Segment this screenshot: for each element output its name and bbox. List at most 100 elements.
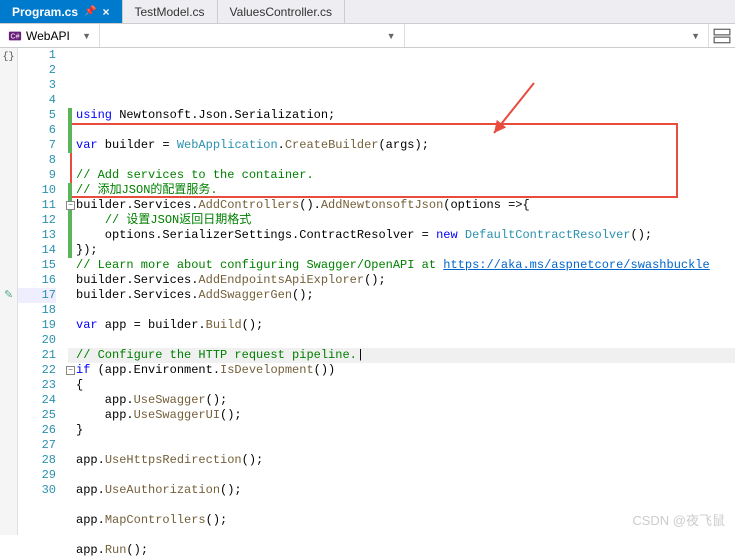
member-dropdown[interactable]: ▼ (405, 24, 710, 47)
project-name: WebAPI (26, 29, 70, 43)
line-number: 17✎ (18, 288, 56, 303)
code-line[interactable] (68, 153, 735, 168)
line-number: 2 (18, 63, 56, 78)
code-text: { (68, 378, 83, 393)
line-number: 7 (18, 138, 56, 153)
line-number: 10 (18, 183, 56, 198)
code-text: if (app.Environment.IsDevelopment()) (68, 363, 335, 378)
line-number: 6 (18, 123, 56, 138)
tab-label: TestModel.cs (135, 5, 205, 19)
line-number: 20 (18, 333, 56, 348)
chevron-down-icon: ▼ (387, 31, 396, 41)
code-line[interactable]: var app = builder.Build(); (68, 318, 735, 333)
svg-text:C#: C# (11, 33, 20, 40)
code-text: options.SerializerSettings.ContractResol… (68, 228, 652, 243)
code-line[interactable] (68, 528, 735, 543)
close-icon[interactable]: × (102, 5, 109, 19)
code-line[interactable]: −if (app.Environment.IsDevelopment()) (68, 363, 735, 378)
code-line[interactable]: // 设置JSON返回日期格式 (68, 213, 735, 228)
tab-label: ValuesController.cs (230, 5, 333, 19)
line-number: 22 (18, 363, 56, 378)
code-line[interactable]: { (68, 378, 735, 393)
change-bar (68, 183, 72, 198)
type-dropdown[interactable]: ▼ (100, 24, 405, 47)
tab-label: Program.cs (12, 5, 78, 19)
code-line[interactable] (68, 468, 735, 483)
code-text: // 设置JSON返回日期格式 (68, 213, 251, 228)
line-number: 15 (18, 258, 56, 273)
edit-indicator-icon: ✎ (4, 289, 13, 304)
line-number: 16 (18, 273, 56, 288)
line-number: 24 (18, 393, 56, 408)
code-text: builder.Services.AddEndpointsApiExplorer… (68, 273, 386, 288)
code-editor[interactable]: {} 1234567891011121314151617✎18192021222… (0, 48, 735, 535)
line-number: 3 (18, 78, 56, 93)
line-number: 12 (18, 213, 56, 228)
file-tabs: Program.cs 📌 × TestModel.cs ValuesContro… (0, 0, 735, 24)
code-line[interactable]: app.UseHttpsRedirection(); (68, 453, 735, 468)
code-line[interactable]: } (68, 423, 735, 438)
code-text: // Learn more about configuring Swagger/… (68, 258, 710, 273)
line-number: 9 (18, 168, 56, 183)
line-number: 11 (18, 198, 56, 213)
code-line[interactable]: // Learn more about configuring Swagger/… (68, 258, 735, 273)
code-text: app.Run(); (68, 543, 148, 558)
tab-valuescontroller[interactable]: ValuesController.cs (218, 0, 346, 23)
code-line[interactable]: app.UseSwaggerUI(); (68, 408, 735, 423)
code-line[interactable]: options.SerializerSettings.ContractResol… (68, 228, 735, 243)
code-line[interactable]: builder.Services.AddEndpointsApiExplorer… (68, 273, 735, 288)
chevron-down-icon: ▼ (82, 31, 91, 41)
code-line[interactable] (68, 123, 735, 138)
collapse-toggle[interactable]: − (66, 366, 75, 375)
code-line[interactable]: builder.Services.AddSwaggerGen(); (68, 288, 735, 303)
watermark: CSDN @夜飞鼠 (632, 510, 725, 529)
code-line[interactable]: // Add services to the container. (68, 168, 735, 183)
split-view-icon[interactable] (713, 27, 731, 45)
code-text: app.UseSwagger(); (68, 393, 227, 408)
pin-icon[interactable]: 📌 (84, 6, 96, 17)
code-text: var builder = WebApplication.CreateBuild… (68, 138, 429, 153)
code-line[interactable]: app.Run(); (68, 543, 735, 558)
change-bar (68, 228, 72, 243)
brace-icon: {} (0, 50, 17, 65)
collapse-toggle[interactable]: − (66, 201, 75, 210)
tab-testmodel[interactable]: TestModel.cs (123, 0, 218, 23)
line-number: 30 (18, 483, 56, 498)
code-text: }); (68, 243, 98, 258)
line-number: 27 (18, 438, 56, 453)
line-number: 21 (18, 348, 56, 363)
code-text: var app = builder.Build(); (68, 318, 263, 333)
code-text: app.UseSwaggerUI(); (68, 408, 242, 423)
code-text: // Add services to the container. (68, 168, 314, 183)
code-text: // 添加JSON的配置服务. (68, 183, 218, 198)
code-line[interactable]: using Newtonsoft.Json.Serialization; (68, 108, 735, 123)
project-dropdown[interactable]: C# WebAPI ▼ (0, 24, 100, 47)
code-line[interactable]: app.UseSwagger(); (68, 393, 735, 408)
code-line[interactable] (68, 333, 735, 348)
code-text: builder.Services.AddSwaggerGen(); (68, 288, 314, 303)
code-line[interactable]: app.UseAuthorization(); (68, 483, 735, 498)
code-line[interactable] (68, 438, 735, 453)
code-text: } (68, 423, 83, 438)
chevron-down-icon: ▼ (691, 31, 700, 41)
code-line[interactable]: }); (68, 243, 735, 258)
tab-program[interactable]: Program.cs 📌 × (0, 0, 123, 23)
line-number: 28 (18, 453, 56, 468)
line-number: 26 (18, 423, 56, 438)
code-line[interactable]: // Configure the HTTP request pipeline.| (68, 348, 735, 363)
line-number: 4 (18, 93, 56, 108)
code-text: builder.Services.AddControllers().AddNew… (68, 198, 530, 213)
change-bar (68, 123, 72, 138)
line-number: 5 (18, 108, 56, 123)
line-number: 23 (18, 378, 56, 393)
code-line[interactable] (68, 303, 735, 318)
line-number: 18 (18, 303, 56, 318)
code-line[interactable]: var builder = WebApplication.CreateBuild… (68, 138, 735, 153)
line-number: 25 (18, 408, 56, 423)
line-number: 29 (18, 468, 56, 483)
code-text: using Newtonsoft.Json.Serialization; (68, 108, 335, 123)
code-line[interactable]: −builder.Services.AddControllers().AddNe… (68, 198, 735, 213)
code-area[interactable]: using Newtonsoft.Json.Serialization; var … (64, 48, 735, 535)
code-line[interactable]: // 添加JSON的配置服务. (68, 183, 735, 198)
change-bar (68, 138, 72, 153)
